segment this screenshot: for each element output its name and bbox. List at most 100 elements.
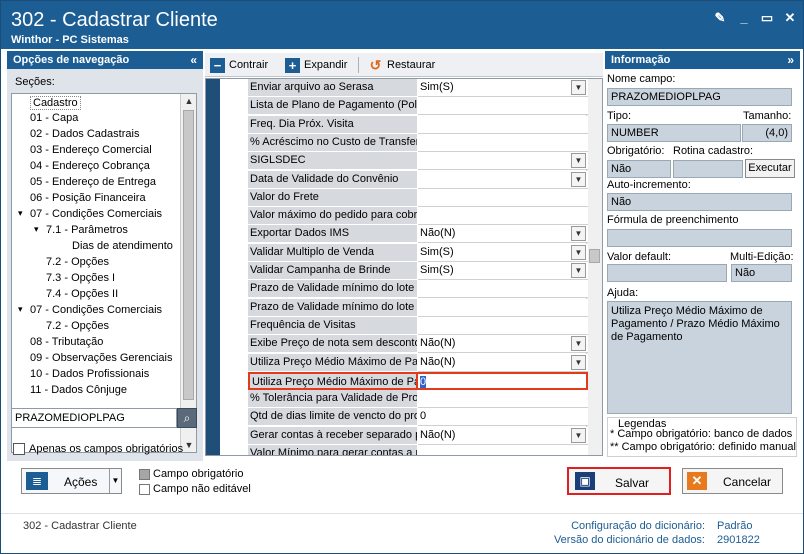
grid-row-value[interactable] (418, 445, 588, 455)
tree-item[interactable]: ▾ 07 - Condições Comerciais (18, 304, 162, 316)
tree-item[interactable]: 03 - Endereço Comercial (30, 144, 152, 156)
tree-item[interactable]: Dias de atendimento (72, 240, 173, 252)
tree-item[interactable]: 06 - Posição Financeira (30, 192, 146, 204)
dropdown-arrow-icon[interactable]: ▼ (571, 80, 586, 95)
grid-row-value[interactable] (418, 298, 588, 317)
grid-row-value[interactable] (418, 97, 588, 116)
minimize-icon[interactable]: _ (735, 9, 753, 27)
tree-item[interactable]: ▾ 7.1 - Parâmetros (34, 224, 128, 236)
grid-row[interactable]: Exportar Dados IMS Não(N) ▼ (248, 225, 588, 244)
dropdown-arrow-icon[interactable]: ▼ (571, 336, 586, 352)
grid-row-value[interactable]: 0 (418, 371, 588, 390)
grid-row-value[interactable]: Sim(S) ▼ (418, 262, 588, 280)
grid-row[interactable]: % Acréscimo no Custo de Transfer (248, 133, 588, 152)
grid-row-value[interactable]: 0 (418, 408, 588, 427)
grid-row[interactable]: Valor Mínimo para gerar contas a r (248, 445, 588, 455)
grid-row[interactable]: Lista de Plano de Pagamento (Polí (248, 97, 588, 116)
section-search-input[interactable]: PRAZOMEDIOPLPAG (11, 408, 177, 428)
restore-icon: ↺ (369, 56, 382, 73)
grid-row-value[interactable]: Não(N) ▼ (418, 353, 588, 372)
cancel-button[interactable]: ✕ Cancelar (682, 468, 783, 494)
tree-item[interactable]: 7.2 - Opções (46, 320, 109, 332)
grid-row-value[interactable] (418, 188, 588, 207)
grid-row[interactable]: Exibe Preço de nota sem desconto Não(N) ▼ (248, 335, 588, 354)
dropdown-arrow-icon[interactable]: ▼ (571, 226, 586, 242)
grid-row[interactable]: Frequência de Visitas (248, 316, 588, 335)
dropdown-arrow-icon[interactable]: ▼ (571, 427, 586, 443)
dropdown-arrow-icon[interactable]: ▼ (571, 354, 586, 370)
tree-item[interactable]: 08 - Tributação (30, 336, 103, 348)
tree-item[interactable]: 04 - Endereço Cobrança (30, 160, 150, 172)
tree-item[interactable]: Cadastro (30, 96, 81, 110)
tree-item[interactable]: 11 - Dados Cônjuge (30, 384, 127, 396)
expand-chevron-icon[interactable]: ▾ (34, 224, 39, 235)
grid-row[interactable]: Prazo de Validade mínimo do lote / (248, 298, 588, 317)
grid-row[interactable]: Data de Validade do Convênio ▼ (248, 170, 588, 189)
sections-tree[interactable]: ▲ ▼ Cadastro 01 - Capa 02 - Dados Cadastra… (11, 93, 197, 453)
tree-scrollbar[interactable]: ▲ ▼ (180, 94, 196, 452)
grid-row[interactable]: Freq. Dia Próx. Visita (248, 115, 588, 134)
property-grid[interactable]: Enviar arquivo ao Serasa Sim(S) ▼ Lista de … (205, 78, 603, 456)
grid-row[interactable]: Validar Campanha de Brinde Sim(S) ▼ (248, 262, 588, 280)
edit-icon[interactable]: ✎ (711, 9, 729, 27)
tree-item[interactable]: 7.3 - Opções I (46, 272, 115, 284)
search-icon[interactable]: ⌕ (177, 408, 197, 428)
tree-item[interactable]: 09 - Observações Gerenciais (30, 352, 172, 364)
grid-row-value[interactable]: ▼ (418, 170, 588, 189)
tree-item[interactable]: 01 - Capa (30, 112, 78, 124)
grid-scroll-thumb[interactable] (589, 249, 600, 263)
grid-row-value[interactable] (418, 280, 588, 299)
actions-dropdown-icon[interactable]: ▼ (109, 469, 121, 493)
save-button[interactable]: ▣ Salvar (567, 467, 671, 495)
grid-row-value[interactable]: Sim(S) ▼ (418, 79, 588, 97)
tree-item[interactable]: 7.2 - Opções (46, 256, 109, 268)
grid-row[interactable]: Valor máximo do pedido para cobra (248, 207, 588, 226)
grid-scrollbar[interactable] (586, 79, 602, 455)
grid-row[interactable]: Utiliza Preço Médio Máximo de Pag 0 (248, 371, 588, 390)
dropdown-arrow-icon[interactable]: ▼ (571, 153, 586, 169)
dropdown-arrow-icon[interactable]: ▼ (571, 171, 586, 187)
tree-item[interactable]: 7.4 - Opções II (46, 288, 118, 300)
grid-row[interactable]: Prazo de Validade mínimo do lote / (248, 280, 588, 299)
grid-row[interactable]: Utiliza Preço Médio Máximo de Pag Não(N) ▼ (248, 353, 588, 372)
grid-row-value[interactable] (418, 316, 588, 335)
collapse-right-icon[interactable]: » (787, 51, 794, 69)
collapse-left-icon[interactable]: « (190, 51, 197, 69)
tree-item[interactable]: 02 - Dados Cadastrais (30, 128, 139, 140)
grid-row-value[interactable]: Não(N) ▼ (418, 426, 588, 445)
tree-item[interactable]: 10 - Dados Profissionais (30, 368, 149, 380)
only-required-checkbox[interactable] (13, 443, 25, 455)
grid-row-value[interactable] (418, 207, 588, 226)
grid-row-value[interactable] (418, 390, 588, 409)
expand-chevron-icon[interactable]: ▾ (18, 208, 23, 219)
grid-row-value[interactable]: Sim(S) ▼ (418, 243, 588, 262)
grid-row[interactable]: Gerar contas à receber separado p Não(N) ▼ (248, 426, 588, 445)
expand-chevron-icon[interactable]: ▾ (18, 304, 23, 315)
scroll-down-icon[interactable]: ▼ (181, 438, 196, 452)
maximize-icon[interactable]: ▭ (758, 9, 776, 27)
collapse-button[interactable]: − Contrair (210, 56, 268, 74)
tree-item[interactable]: 05 - Endereço de Entrega (30, 176, 156, 188)
grid-row[interactable]: Valor do Frete (248, 188, 588, 207)
restore-button[interactable]: ↺ Restaurar (368, 56, 436, 74)
grid-row-value[interactable] (418, 133, 588, 152)
grid-row-value[interactable]: Não(N) ▼ (418, 225, 588, 244)
grid-row[interactable]: Enviar arquivo ao Serasa Sim(S) ▼ (248, 79, 588, 97)
grid-row[interactable]: Qtd de dias limite de vencto do pro 0 (248, 408, 588, 427)
grid-row[interactable]: Validar Multiplo de Venda Sim(S) ▼ (248, 243, 588, 262)
dropdown-arrow-icon[interactable]: ▼ (571, 263, 586, 278)
dropdown-arrow-icon[interactable]: ▼ (571, 244, 586, 260)
grid-row[interactable]: % Tolerância para Validade de Pro (248, 390, 588, 409)
tree-item[interactable]: ▾ 07 - Condições Comerciais (18, 208, 162, 220)
grid-row-value[interactable]: Não(N) ▼ (418, 335, 588, 354)
grid-row-value[interactable] (418, 115, 588, 134)
close-icon[interactable]: ✕ (781, 9, 799, 27)
scroll-thumb[interactable] (183, 110, 194, 400)
actions-button[interactable]: ≣ Ações ▼ (21, 468, 122, 494)
scroll-up-icon[interactable]: ▲ (181, 94, 196, 108)
grid-row-value[interactable]: ▼ (418, 152, 588, 171)
grid-row[interactable]: SIGLSDEC ▼ (248, 152, 588, 171)
expand-button[interactable]: + Expandir (285, 56, 347, 74)
execute-button[interactable]: Executar (745, 159, 795, 178)
cancel-icon: ✕ (687, 472, 707, 490)
